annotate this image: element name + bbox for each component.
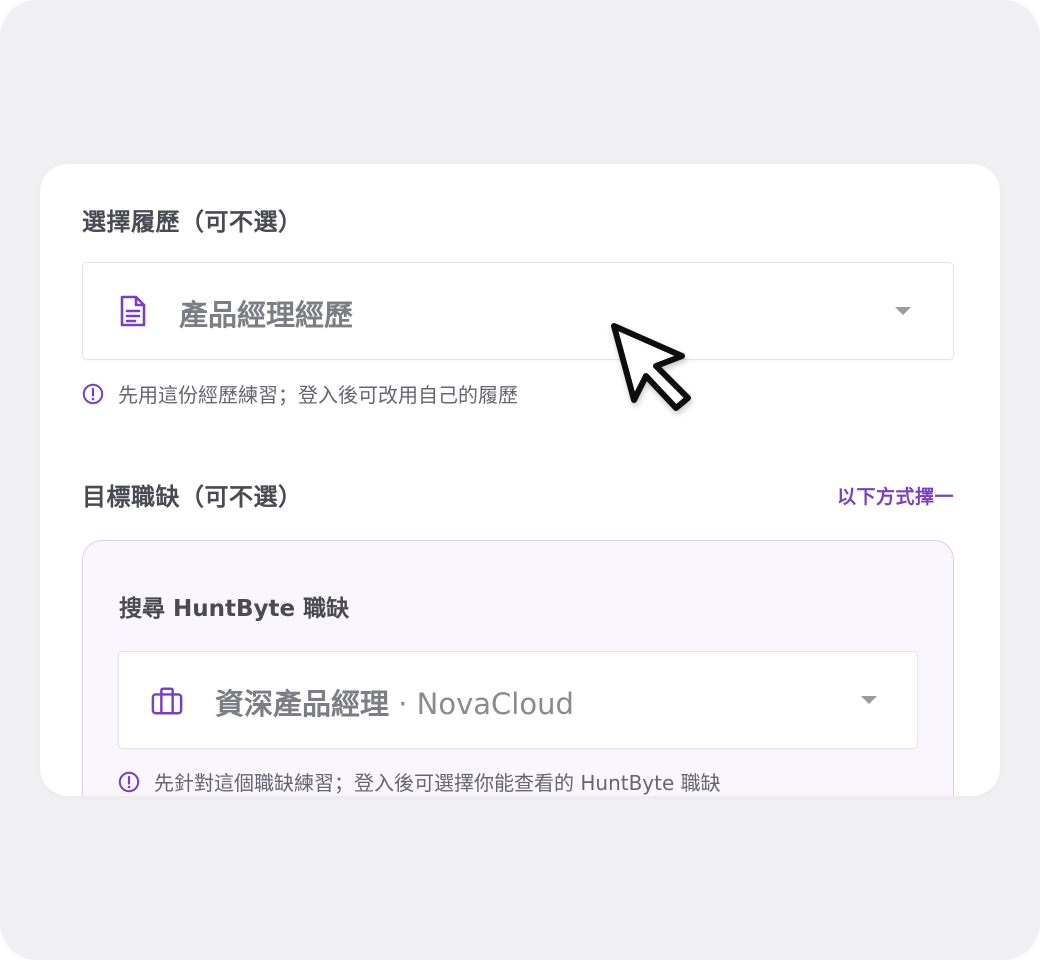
document-icon bbox=[117, 295, 149, 327]
huntbyte-job-panel: 搜尋 HuntByte 職缺 資深產品經理 · NovaCloud 先針對這個職… bbox=[82, 540, 954, 796]
job-section-label: 目標職缺（可不選） bbox=[82, 483, 303, 511]
job-select[interactable]: 資深產品經理 · NovaCloud bbox=[118, 651, 918, 749]
chevron-down-icon[interactable] bbox=[895, 307, 911, 315]
info-circle-icon bbox=[118, 771, 140, 792]
form-card: 選擇履歷（可不選） 產品經理經歷 先用這份經歷練習；登入後可改用自己的履歷 目標… bbox=[40, 164, 1000, 796]
huntbyte-search-title: 搜尋 HuntByte 職缺 bbox=[119, 596, 350, 622]
resume-hint-text: 先用這份經歷練習；登入後可改用自己的履歷 bbox=[118, 383, 518, 407]
info-circle-icon bbox=[82, 383, 104, 404]
job-company: · NovaCloud bbox=[389, 687, 574, 721]
resume-select[interactable]: 產品經理經歷 bbox=[82, 262, 954, 360]
job-title: 資深產品經理 bbox=[215, 687, 390, 721]
job-hint-text: 先針對這個職缺練習；登入後可選擇你能查看的 HuntByte 職缺 bbox=[154, 771, 721, 795]
page-frame: 選擇履歷（可不選） 產品經理經歷 先用這份經歷練習；登入後可改用自己的履歷 目標… bbox=[0, 0, 1040, 960]
resume-hint: 先用這份經歷練習；登入後可改用自己的履歷 bbox=[82, 379, 518, 408]
resume-section-label: 選擇履歷（可不選） bbox=[82, 208, 303, 236]
chevron-down-icon[interactable] bbox=[861, 696, 877, 704]
briefcase-icon bbox=[151, 685, 183, 717]
resume-select-value: 產品經理經歷 bbox=[179, 298, 354, 332]
job-hint: 先針對這個職缺練習；登入後可選擇你能查看的 HuntByte 職缺 bbox=[118, 767, 721, 796]
job-select-value: 資深產品經理 · NovaCloud bbox=[215, 681, 574, 723]
choose-one-link[interactable]: 以下方式擇一 bbox=[837, 482, 954, 509]
